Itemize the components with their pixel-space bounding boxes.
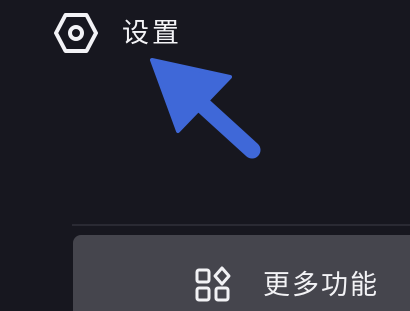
- screen: 设置 更多功能: [0, 0, 410, 311]
- settings-label: 设置: [122, 17, 182, 49]
- settings-menu-item[interactable]: 设置: [54, 10, 182, 56]
- settings-icon: [54, 13, 98, 53]
- more-features-label: 更多功能: [263, 269, 379, 301]
- apps-grid-icon: [195, 266, 231, 302]
- divider: [72, 224, 410, 226]
- more-features-button[interactable]: 更多功能: [193, 265, 379, 305]
- more-features-panel: 更多功能: [73, 235, 410, 311]
